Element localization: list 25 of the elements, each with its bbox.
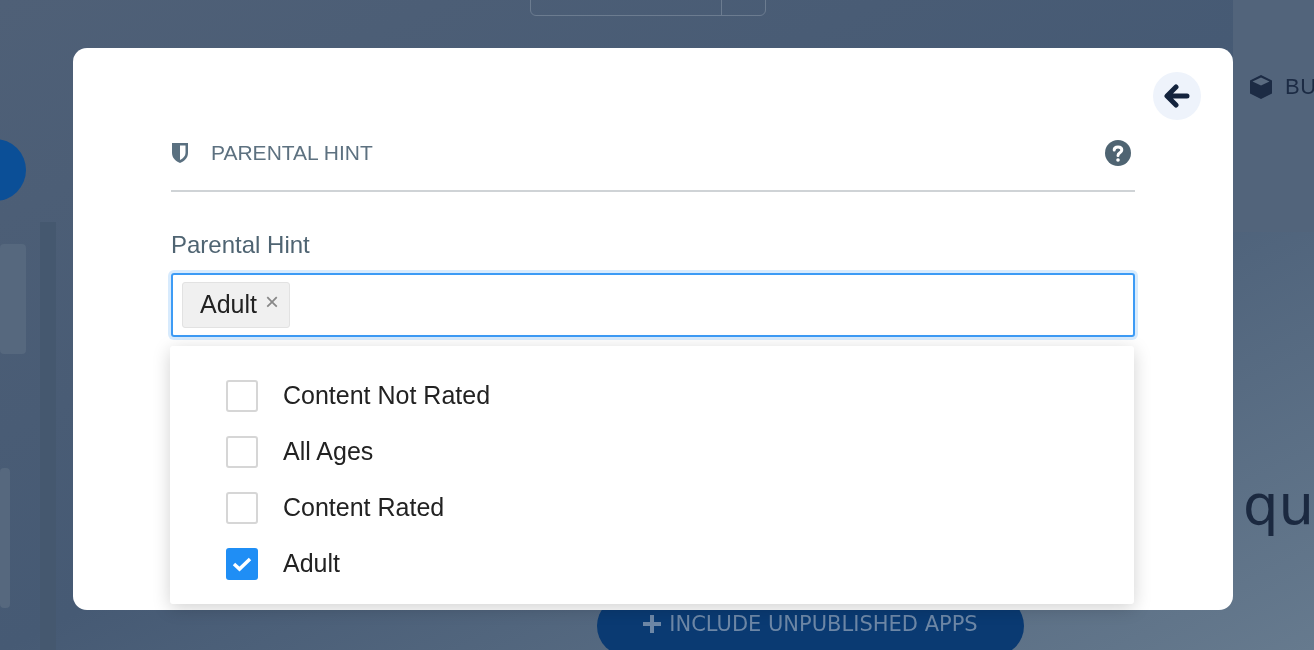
heading-text: qu <box>1243 471 1314 539</box>
tag-input-field[interactable]: Adult × <box>171 273 1135 337</box>
section-title: PARENTAL HINT <box>211 140 373 167</box>
checkbox[interactable] <box>226 380 258 412</box>
back-button[interactable] <box>1153 72 1201 120</box>
dropdown-option[interactable]: All Ages <box>226 424 526 480</box>
checkbox[interactable] <box>226 436 258 468</box>
tag-label: Adult <box>200 289 257 321</box>
dropdown-option[interactable]: Content Not Rated <box>226 368 526 424</box>
toolbar-button-group[interactable] <box>530 0 766 16</box>
option-label: Adult <box>283 548 340 580</box>
option-label: All Ages <box>283 436 374 468</box>
checkmark-icon <box>232 556 252 572</box>
plus-icon <box>643 615 662 633</box>
field-label: Parental Hint <box>171 230 311 260</box>
checkbox[interactable] <box>226 548 258 580</box>
help-icon[interactable] <box>1105 140 1131 166</box>
option-label: Content Rated <box>283 492 445 524</box>
cube-icon <box>1249 73 1273 100</box>
checkbox[interactable] <box>226 492 258 524</box>
option-label: Content Not Rated <box>283 380 491 412</box>
dropdown-option[interactable]: Content Rated <box>226 480 526 536</box>
dropdown-option[interactable]: Adult <box>226 536 526 592</box>
shield-icon <box>171 142 189 164</box>
arrow-left-icon <box>1164 84 1190 108</box>
